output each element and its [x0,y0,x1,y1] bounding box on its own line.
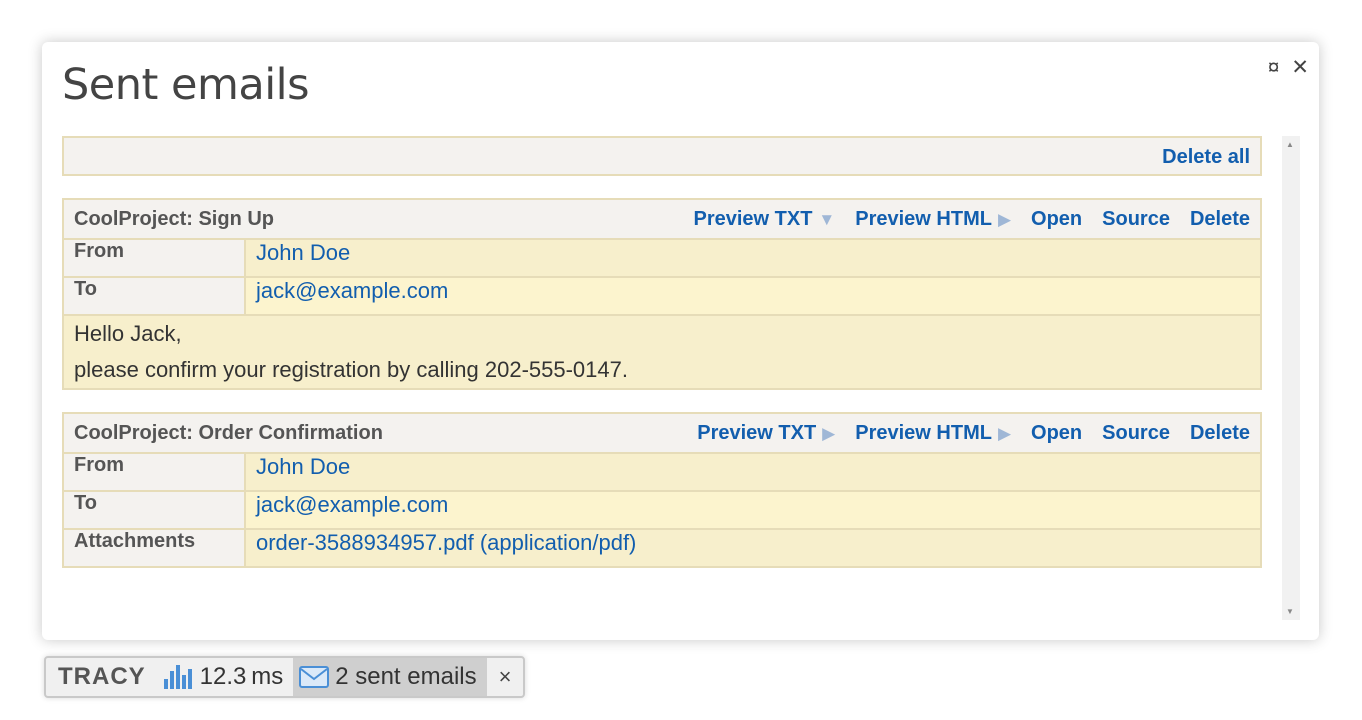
email-actions: Preview TXT ▼ Preview HTML ▶ Open Source D… [673,208,1250,231]
delete-all-link[interactable]: Delete all [1162,146,1250,169]
panel-controls: ¤ ✕ [1268,56,1309,80]
body-line: Hello Jack, [74,321,182,346]
field-row-attachments: Attachments order-3588934957.pdf (applic… [62,528,1262,568]
envelope-icon [299,666,330,688]
open-link[interactable]: Open [1031,208,1082,231]
preview-html-label: Preview HTML [855,208,992,230]
preview-html-link[interactable]: Preview HTML ▶ [855,208,1011,231]
triangle-right-icon: ▶ [997,424,1012,443]
email-header: CoolProject: Sign Up Preview TXT ▼ Previe… [62,198,1262,240]
emails-toolbar: Delete all [62,136,1262,176]
sent-emails-tab[interactable]: 2 sent emails [293,658,487,696]
field-row-to: To jack@example.com [62,490,1262,530]
from-value[interactable]: John Doe [256,454,350,479]
bar-chart-icon [163,665,192,689]
preview-html-link[interactable]: Preview HTML ▶ [855,422,1011,445]
preview-txt-link[interactable]: Preview TXT ▼ [693,208,835,231]
email-subject: CoolProject: Order Confirmation [74,421,383,444]
from-value[interactable]: John Doe [256,240,350,265]
field-label: From [62,238,246,278]
field-label: Attachments [62,528,246,568]
email-header: CoolProject: Order Confirmation Preview … [62,412,1262,454]
field-row-from: From John Doe [62,238,1262,278]
scroll-up-icon[interactable]: ▲ [1286,140,1294,149]
emails-content[interactable]: Delete all CoolProject: Sign Up Preview … [62,136,1262,620]
triangle-down-icon: ▼ [818,210,836,229]
scroll-down-icon[interactable]: ▼ [1286,607,1294,616]
body-line: please confirm your registration by call… [74,357,628,382]
time-value: 12.3 [199,663,247,690]
email-card: CoolProject: Sign Up Preview TXT ▼ Previe… [62,198,1262,390]
preview-html-label: Preview HTML [855,422,992,444]
field-row-from: From John Doe [62,452,1262,492]
delete-link[interactable]: Delete [1190,422,1250,445]
field-label: To [62,490,246,530]
preview-txt-label: Preview TXT [697,422,817,444]
source-link[interactable]: Source [1102,422,1170,445]
email-body-row: Hello Jack, please confirm your registra… [62,314,1262,390]
preview-txt-link[interactable]: Preview TXT ▶ [697,422,835,445]
tracy-debug-bar: TRACY 12.3 ms 2 sent emails × [44,656,526,698]
close-icon[interactable]: ✕ [1291,56,1309,80]
to-value[interactable]: jack@example.com [256,492,448,517]
open-link[interactable]: Open [1031,422,1082,445]
sent-emails-panel: Sent emails ¤ ✕ Delete all CoolProject: … [42,42,1319,640]
close-icon[interactable]: × [487,658,524,696]
triangle-right-icon: ▶ [997,210,1012,229]
email-card: CoolProject: Order Confirmation Preview … [62,412,1262,568]
scrollbar-thumb[interactable] [1287,154,1295,584]
field-label: To [62,276,246,316]
panel-title: Sent emails [62,60,310,110]
time-panel-tab[interactable]: 12.3 ms [158,658,294,696]
attachment-link[interactable]: order-3588934957.pdf (application/pdf) [256,530,636,555]
email-body: Hello Jack, please confirm your registra… [62,314,1262,390]
email-actions: Preview TXT ▶ Preview HTML ▶ Open Source D… [677,422,1250,445]
field-label: From [62,452,246,492]
time-unit: ms [251,663,284,690]
triangle-right-icon: ▶ [822,424,836,443]
vertical-scrollbar[interactable]: ▲ ▼ [1282,136,1300,620]
to-value[interactable]: jack@example.com [256,278,448,303]
delete-link[interactable]: Delete [1190,208,1250,231]
source-link[interactable]: Source [1102,208,1170,231]
pin-icon[interactable]: ¤ [1268,56,1280,80]
email-subject: CoolProject: Sign Up [74,207,274,230]
preview-txt-label: Preview TXT [693,208,813,230]
field-row-to: To jack@example.com [62,276,1262,316]
sent-emails-label: 2 sent emails [335,663,477,690]
tracy-logo[interactable]: TRACY [46,658,158,696]
